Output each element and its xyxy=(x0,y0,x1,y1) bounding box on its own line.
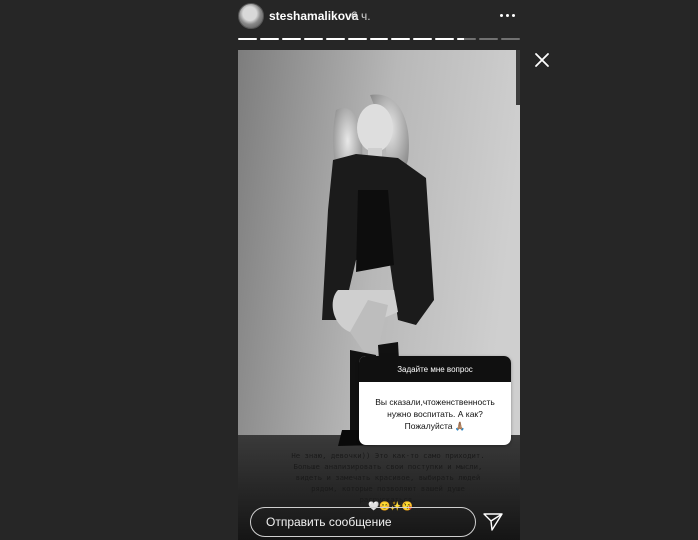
progress-segment xyxy=(413,38,433,40)
avatar[interactable] xyxy=(238,3,264,29)
progress-segment xyxy=(347,38,367,40)
story-header: steshamalikova 6 ч. xyxy=(238,3,520,29)
progress-segment xyxy=(238,38,257,40)
story-progress-bar xyxy=(238,38,520,40)
username[interactable]: steshamalikova xyxy=(269,9,358,23)
story-viewer[interactable]: Задайте мне вопрос Вы сказали,чтоженстве… xyxy=(238,50,520,540)
more-options-icon[interactable] xyxy=(496,3,518,27)
message-input[interactable] xyxy=(250,507,476,537)
progress-segment xyxy=(369,38,389,40)
progress-segment xyxy=(281,38,301,40)
question-sticker-text: Вы сказали,чтоженственность нужно воспит… xyxy=(375,396,495,431)
progress-segment xyxy=(501,38,520,40)
progress-segment xyxy=(435,38,455,40)
question-sticker-title: Задайте мне вопрос xyxy=(359,356,511,382)
progress-segment xyxy=(479,38,499,40)
close-icon[interactable] xyxy=(532,50,552,70)
progress-segment xyxy=(303,38,323,40)
send-icon[interactable] xyxy=(482,510,504,532)
question-sticker[interactable]: Задайте мне вопрос Вы сказали,чтоженстве… xyxy=(359,356,511,445)
post-time: 6 ч. xyxy=(351,9,371,23)
progress-segment xyxy=(325,38,345,40)
answer-caption: Не знаю, девочки)) Это как-то само прихо… xyxy=(291,451,485,504)
progress-segment xyxy=(259,38,279,40)
progress-segment xyxy=(391,38,411,40)
progress-segment xyxy=(457,38,477,40)
